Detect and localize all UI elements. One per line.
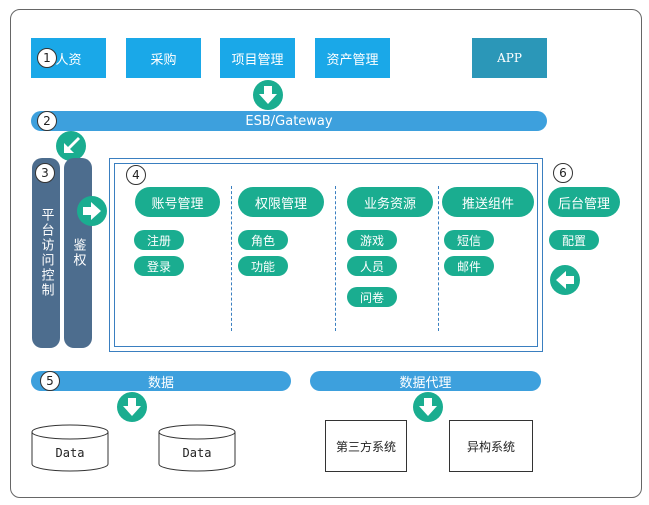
- sms-pill: 短信: [444, 230, 494, 250]
- game-pill: 游戏: [347, 230, 397, 250]
- esb-gateway-bar: ESB/Gateway: [31, 111, 547, 131]
- database-cylinder-2: Data: [158, 424, 236, 472]
- third-party-system-label: 第三方系统: [335, 439, 396, 454]
- business-resource-pill: 业务资源: [347, 187, 433, 217]
- push-component-pill: 推送组件: [442, 187, 534, 217]
- auth-column: 鉴权: [64, 158, 92, 348]
- module-app-label: APP: [497, 51, 522, 65]
- platform-access-control-label: 平台访问控制: [38, 208, 54, 298]
- database-label: Data: [182, 446, 212, 460]
- arrow-down-icon: [413, 392, 443, 422]
- questionnaire-pill: 问卷: [347, 287, 397, 307]
- arrow-left-icon: [550, 265, 580, 295]
- backend-management-pill: 后台管理: [548, 187, 620, 217]
- module-divider: [335, 186, 336, 331]
- account-management-pill: 账号管理: [135, 187, 220, 217]
- arrow-right-icon: [77, 196, 107, 226]
- module-hr-label: 人资: [55, 52, 82, 68]
- esb-gateway-label: ESB/Gateway: [245, 113, 333, 129]
- module-project-label: 项目管理: [231, 52, 284, 68]
- personnel-pill: 人员: [347, 256, 397, 276]
- data-proxy-bar: 数据代理: [310, 371, 541, 391]
- login-pill: 登录: [134, 256, 184, 276]
- heterogeneous-system-label: 异构系统: [466, 439, 515, 454]
- module-divider: [231, 186, 232, 331]
- data-bar-label: 数据: [147, 375, 174, 391]
- permission-management-pill: 权限管理: [238, 187, 324, 217]
- module-purchase-label: 采购: [150, 52, 177, 68]
- database-cylinder-1: Data: [31, 424, 109, 472]
- arrow-down-icon: [117, 392, 147, 422]
- data-proxy-bar-label: 数据代理: [399, 375, 452, 391]
- number-badge-4: 4: [126, 165, 146, 185]
- number-badge-3: 3: [35, 163, 55, 183]
- heterogeneous-system-box: 异构系统: [449, 420, 533, 472]
- function-pill: 功能: [238, 256, 288, 276]
- arrow-down-left-icon: [56, 131, 86, 161]
- third-party-system-box: 第三方系统: [325, 420, 407, 472]
- module-project: 项目管理: [220, 38, 295, 78]
- config-pill: 配置: [549, 230, 599, 250]
- register-pill: 注册: [134, 230, 184, 250]
- number-badge-1: 1: [37, 48, 57, 68]
- email-pill: 邮件: [444, 256, 494, 276]
- role-pill: 角色: [238, 230, 288, 250]
- arrow-down-icon: [253, 80, 283, 110]
- module-purchase: 采购: [126, 38, 201, 78]
- number-badge-2: 2: [37, 111, 57, 131]
- platform-access-control-column: 平台访问控制: [32, 158, 60, 348]
- module-asset-label: 资产管理: [326, 52, 379, 68]
- number-badge-5: 5: [40, 371, 60, 391]
- database-label: Data: [55, 446, 85, 460]
- auth-label: 鉴权: [70, 238, 86, 268]
- module-divider: [438, 186, 439, 331]
- data-bar: 数据: [31, 371, 291, 391]
- module-app: APP: [472, 38, 547, 78]
- module-asset: 资产管理: [315, 38, 390, 78]
- number-badge-6: 6: [553, 163, 573, 183]
